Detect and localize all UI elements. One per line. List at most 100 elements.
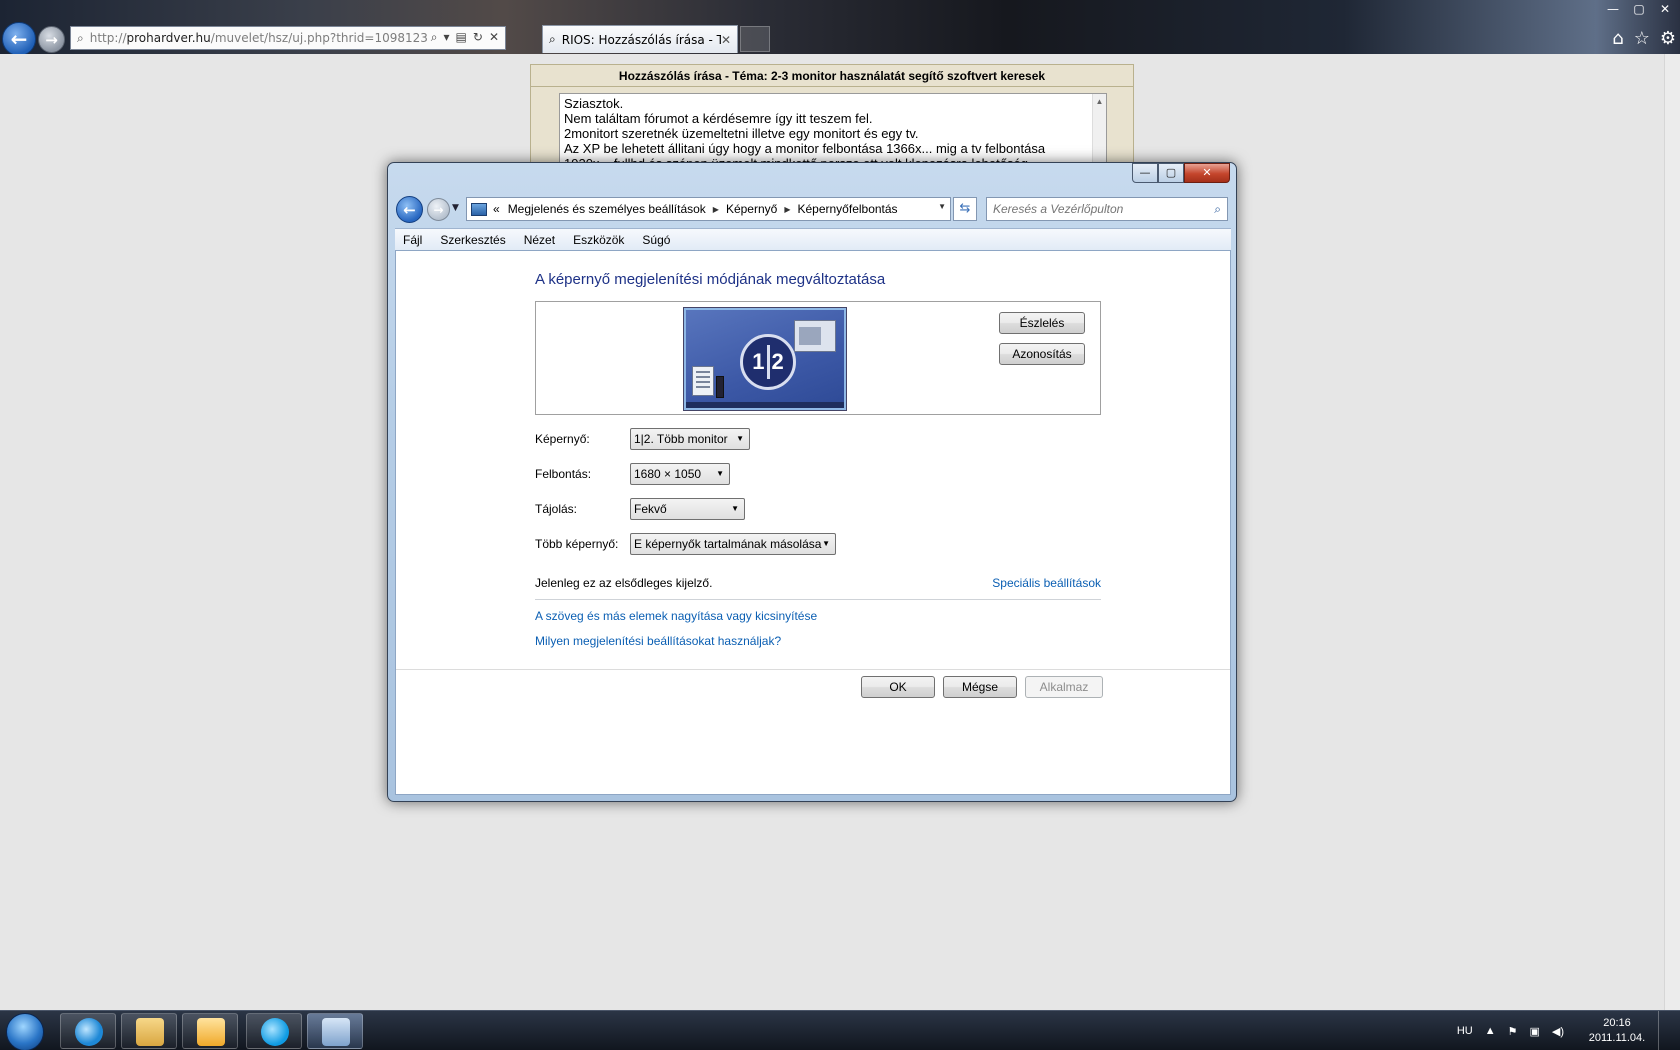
stop-icon[interactable]: ✕ (489, 30, 499, 45)
scroll-up-icon[interactable]: ▲ (1096, 97, 1104, 106)
ok-button[interactable]: OK (861, 676, 935, 698)
window-thumb-icon (794, 320, 836, 352)
taskbar-file-explorer[interactable] (121, 1013, 177, 1049)
chevron-right-icon[interactable]: ▶ (713, 205, 719, 214)
new-tab-button[interactable] (740, 26, 770, 52)
cp-maximize-button[interactable]: ▢ (1158, 163, 1184, 183)
maximize-button[interactable]: ▢ (1628, 0, 1650, 18)
orientation-select[interactable]: Fekvő ▼ (630, 498, 745, 520)
menu-file[interactable]: Fájl (403, 233, 422, 247)
multiple-displays-select[interactable]: E képernyők tartalmának másolása ▼ (630, 533, 836, 555)
orientation-row: Tájolás: Fekvő ▼ (535, 498, 745, 520)
breadcrumb-overflow[interactable]: « (493, 202, 500, 216)
clock-time: 20:16 (1603, 1017, 1631, 1029)
resolution-row: Felbontás: 1680 × 1050 ▼ (535, 463, 730, 485)
language-indicator[interactable]: HU (1457, 1025, 1473, 1037)
browser-toolbar: ⌂ ☆ ⚙ (1612, 28, 1676, 49)
arrow-left-icon: ← (403, 200, 416, 219)
page-scrollbar[interactable] (1664, 54, 1680, 1010)
menu-edit[interactable]: Szerkesztés (440, 233, 505, 247)
page-title: A képernyő megjelenítési módjának megvál… (535, 271, 886, 288)
monitor-thumbnail[interactable]: 1 2 (684, 308, 846, 410)
dropdown-icon[interactable]: ▾ (444, 30, 450, 45)
volume-icon[interactable]: ◀) (1552, 1025, 1564, 1038)
menu-view[interactable]: Nézet (524, 233, 555, 247)
home-icon[interactable]: ⌂ (1612, 28, 1623, 49)
detect-button[interactable]: Észlelés (999, 312, 1085, 334)
control-panel-icon (322, 1018, 350, 1046)
cp-content: A képernyő megjelenítési módjának megvál… (395, 250, 1231, 795)
cp-refresh-button[interactable]: ⇆ (953, 197, 977, 221)
arrow-right-icon: → (45, 30, 58, 49)
search-icon[interactable]: ⌕ (431, 30, 438, 45)
cp-menu-bar: Fájl Szerkesztés Nézet Eszközök Súgó (395, 228, 1231, 250)
cp-address-bar[interactable]: « Megjelenés és személyes beállítások ▶ … (466, 197, 951, 221)
cp-search-box[interactable]: ⌕ (986, 197, 1228, 221)
orientation-label: Tájolás: (535, 502, 578, 516)
control-panel-window: — ▢ ✕ ← → ▼ « Megjelenés és személyes be… (387, 162, 1237, 802)
address-dropdown-icon[interactable]: ▼ (938, 202, 946, 211)
primary-display-text: Jelenleg ez az elsődleges kijelző. (535, 576, 713, 590)
advanced-settings-link[interactable]: Speciális beállítások (992, 576, 1101, 590)
document-thumb-icon (692, 366, 714, 396)
menu-help[interactable]: Súgó (642, 233, 670, 247)
star-icon[interactable]: ☆ (1634, 28, 1650, 49)
breadcrumb-display[interactable]: Képernyő (726, 202, 777, 216)
cp-window-controls: — ▢ ✕ (1132, 163, 1230, 183)
cp-close-button[interactable]: ✕ (1184, 163, 1230, 183)
computer-tower-icon (716, 376, 724, 398)
apply-button[interactable]: Alkalmaz (1025, 676, 1103, 698)
screen-row: Képernyő: 1|2. Több monitor ▼ (535, 428, 750, 450)
arrow-right-icon: → (433, 202, 444, 217)
chevron-right-icon[interactable]: ▶ (784, 205, 790, 214)
compat-view-icon[interactable]: ▤ (456, 30, 467, 45)
show-desktop-button[interactable] (1658, 1011, 1670, 1050)
taskbar-media-player[interactable] (182, 1013, 238, 1049)
close-button[interactable]: ✕ (1654, 0, 1676, 18)
tab-favicon-icon: ⌕ (549, 32, 556, 46)
chevron-down-icon: ▼ (716, 469, 724, 478)
multiple-displays-value: E képernyők tartalmának másolása (634, 537, 822, 551)
tab-close-icon[interactable]: ✕ (721, 33, 731, 47)
which-settings-link[interactable]: Milyen megjelenítési beállításokat haszn… (535, 634, 781, 648)
tray-expand-icon[interactable]: ▲ (1485, 1025, 1496, 1037)
browser-back-button[interactable]: ← (2, 22, 36, 56)
breadcrumb-resolution[interactable]: Képernyőfelbontás (797, 202, 897, 216)
browser-address-bar[interactable]: ⌕ http://prohardver.hu/muvelet/hsz/uj.ph… (70, 26, 506, 50)
media-player-icon (197, 1018, 225, 1046)
taskbar-internet-explorer[interactable] (60, 1013, 116, 1049)
identify-button[interactable]: Azonosítás (999, 343, 1085, 365)
gear-icon[interactable]: ⚙ (1660, 28, 1676, 49)
browser-tab-active[interactable]: ⌕ RIOS: Hozzászólás írása - Té... ✕ (542, 25, 738, 53)
taskbar-control-panel[interactable] (307, 1013, 363, 1049)
browser-forward-button[interactable]: → (38, 26, 65, 53)
taskbar-skype[interactable] (246, 1013, 302, 1049)
badge-divider (766, 345, 770, 379)
menu-tools[interactable]: Eszközök (573, 233, 624, 247)
refresh-icon[interactable]: ↻ (473, 30, 483, 45)
minimize-button[interactable]: — (1602, 0, 1624, 18)
multiple-displays-row: Több képernyő: E képernyők tartalmának m… (535, 533, 836, 555)
address-tools: ⌕ ▾ ▤ ↻ ✕ (431, 30, 499, 45)
resolution-select[interactable]: 1680 × 1050 ▼ (630, 463, 730, 485)
cp-forward-button[interactable]: → (427, 198, 450, 221)
start-button[interactable] (6, 1013, 44, 1050)
divider (535, 599, 1101, 600)
cp-minimize-button[interactable]: — (1132, 163, 1158, 183)
cp-back-button[interactable]: ← (396, 196, 423, 223)
cancel-button[interactable]: Mégse (943, 676, 1017, 698)
divider (396, 669, 1230, 670)
history-dropdown-icon[interactable]: ▼ (452, 203, 459, 213)
breadcrumb-appearance[interactable]: Megjelenés és személyes beállítások (508, 202, 706, 216)
screen-select[interactable]: 1|2. Több monitor ▼ (630, 428, 750, 450)
network-icon[interactable]: ▣ (1529, 1025, 1539, 1038)
text-size-link[interactable]: A szöveg és más elemek nagyítása vagy ki… (535, 609, 817, 623)
cp-search-input[interactable] (993, 202, 1203, 216)
breadcrumb: Megjelenés és személyes beállítások ▶ Ké… (508, 202, 898, 216)
message-line: Nem találtam fórumot a kérdésemre így it… (564, 111, 873, 126)
clock[interactable]: 20:16 2011.11.04. (1584, 1016, 1650, 1046)
system-tray: HU ▲ ⚑ ▣ ◀) 20:16 2011.11.04. (1451, 1011, 1670, 1050)
action-center-flag-icon[interactable]: ⚑ (1508, 1025, 1518, 1038)
search-icon[interactable]: ⌕ (1214, 202, 1221, 217)
taskbar: HU ▲ ⚑ ▣ ◀) 20:16 2011.11.04. (0, 1010, 1680, 1050)
